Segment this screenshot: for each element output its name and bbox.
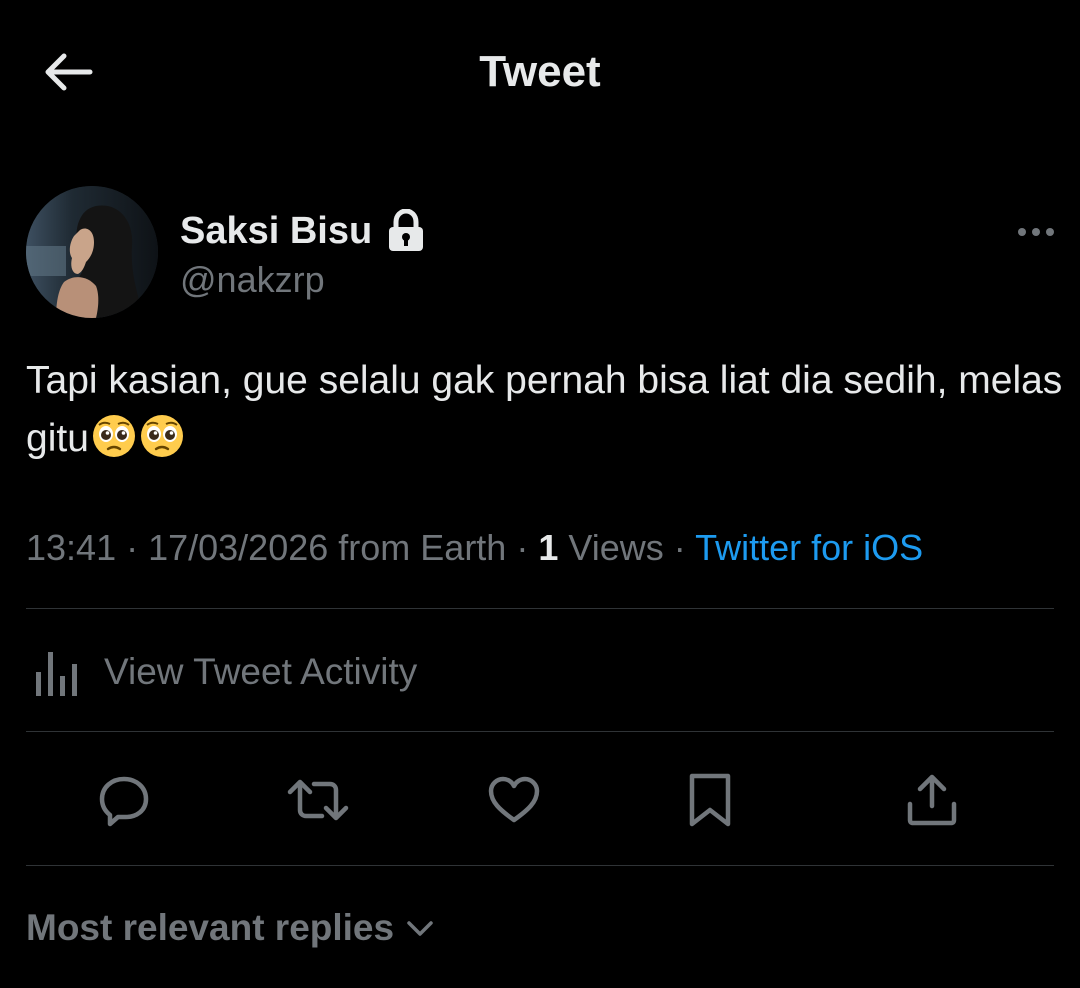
like-button[interactable] — [482, 768, 546, 832]
user-handle[interactable]: @nakzrp — [180, 258, 325, 302]
reply-icon — [99, 776, 149, 827]
view-tweet-activity-label: View Tweet Activity — [104, 651, 418, 692]
more-options-button[interactable] — [1010, 214, 1062, 250]
views-label: Views — [558, 527, 664, 568]
view-tweet-activity[interactable]: View Tweet Activity — [26, 644, 417, 700]
pleading-face-emoji — [140, 415, 183, 457]
tweet-date: 17/03/2026 — [148, 527, 329, 568]
tweet-time: 13:41 — [26, 527, 117, 568]
heart-icon — [488, 776, 540, 823]
avatar-photo — [26, 186, 158, 318]
divider — [26, 608, 1054, 609]
meta-separator: · — [116, 527, 149, 568]
reply-button[interactable] — [92, 768, 156, 832]
display-name[interactable]: Saksi Bisu — [180, 208, 372, 254]
share-icon — [907, 774, 957, 826]
bookmark-button[interactable] — [678, 768, 742, 832]
display-name-row: Saksi Bisu — [180, 208, 426, 254]
divider — [26, 731, 1054, 732]
meta-separator: · — [663, 527, 696, 568]
tweet-text: Tapi kasian, gue selalu gak pernah bisa … — [26, 352, 1066, 468]
pleading-face-emoji — [92, 415, 135, 457]
tweet-source-link[interactable]: Twitter for iOS — [695, 527, 923, 568]
chevron-down-icon — [407, 921, 433, 936]
share-button[interactable] — [900, 768, 964, 832]
tweet-actions-bar — [26, 768, 1054, 832]
analytics-bars-icon — [36, 652, 77, 696]
replies-sort-dropdown[interactable]: Most relevant replies — [26, 902, 436, 954]
top-bar: Tweet — [0, 0, 1080, 150]
tweet-metadata: 13:41 · 17/03/2026 from Earth · 1 Views … — [26, 522, 923, 574]
retweet-icon — [287, 779, 349, 821]
meta-separator: · — [506, 527, 539, 568]
tweet-location: from Earth — [328, 527, 507, 568]
divider — [26, 865, 1054, 866]
page-title: Tweet — [479, 47, 601, 96]
replies-sort-label: Most relevant replies — [26, 907, 395, 948]
more-dots-icon — [1018, 228, 1054, 236]
lock-icon — [389, 209, 424, 251]
views-count: 1 — [538, 527, 559, 568]
bookmark-icon — [689, 773, 731, 827]
avatar[interactable] — [26, 186, 158, 318]
retweet-button[interactable] — [286, 768, 350, 832]
